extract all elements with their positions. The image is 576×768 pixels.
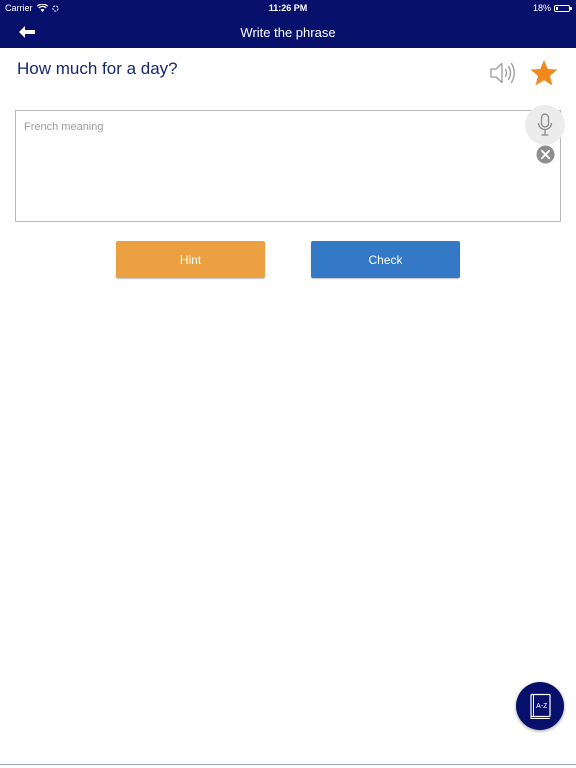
dictionary-label: A-Z (536, 703, 548, 710)
check-button[interactable]: Check (311, 241, 460, 278)
microphone-button[interactable] (525, 105, 565, 145)
dictionary-button[interactable]: A-Z (516, 682, 564, 730)
dictionary-book-icon: A-Z (530, 693, 551, 719)
status-time: 11:26 PM (268, 3, 308, 13)
answer-input[interactable] (17, 112, 522, 220)
phrase-text: How much for a day? (17, 59, 178, 78)
star-icon (530, 60, 558, 86)
battery-percent: 18% (532, 3, 551, 13)
favorite-button[interactable] (528, 58, 560, 88)
hint-button[interactable]: Hint (116, 241, 265, 278)
nav-bar: Write the phrase (0, 16, 576, 48)
status-bar: Carrier 11:26 PM 18% (0, 0, 576, 16)
battery-fill (556, 6, 558, 10)
bottom-divider (0, 764, 576, 765)
back-button[interactable] (12, 21, 42, 43)
speaker-icon (490, 62, 515, 84)
answer-box (15, 110, 561, 222)
battery-icon (554, 4, 572, 12)
clear-button[interactable] (536, 145, 555, 164)
microphone-icon (537, 113, 553, 136)
speaker-button[interactable] (488, 60, 518, 86)
screen: Carrier 11:26 PM 18% Write the phrase Ho… (0, 0, 576, 768)
page-title: Write the phrase (240, 25, 336, 40)
arrow-left-icon (19, 26, 35, 38)
close-circle-icon (536, 145, 555, 164)
status-right: 18% (532, 3, 572, 13)
